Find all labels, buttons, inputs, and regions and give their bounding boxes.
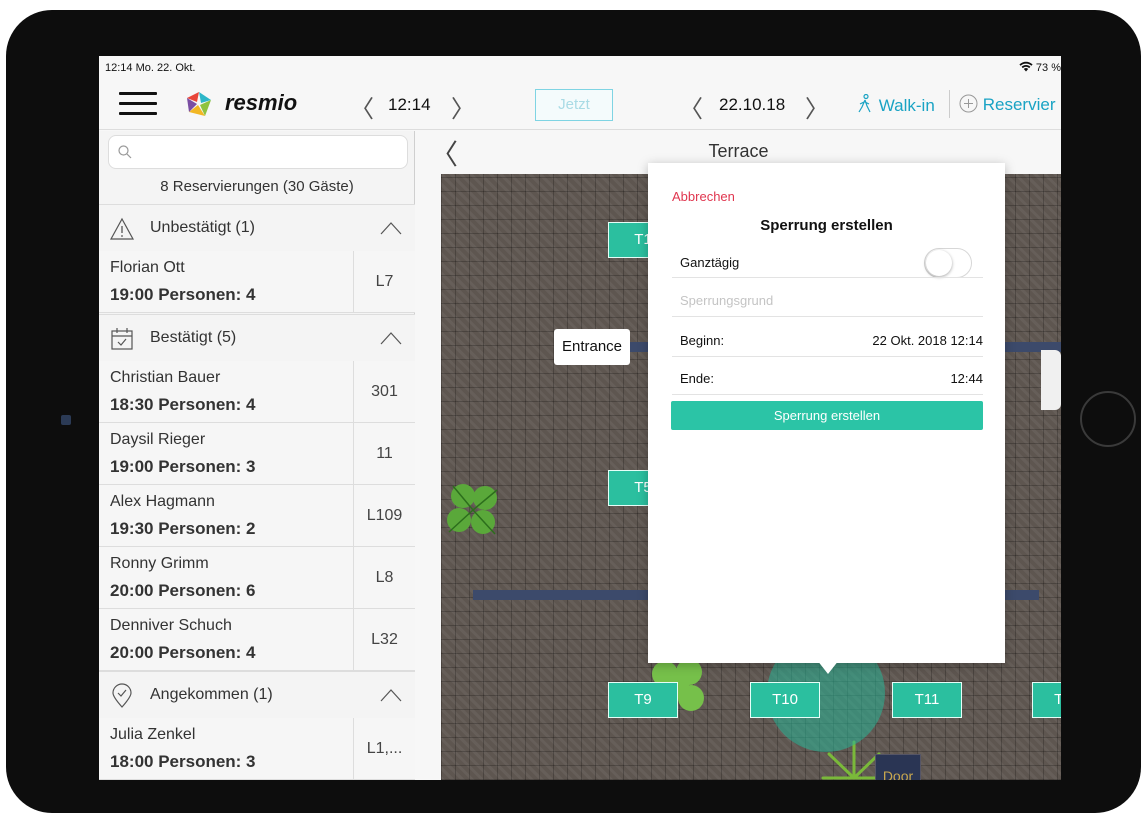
guest-name: Alex Hagmann [110, 493, 215, 510]
reservation-detail: 18:00 Personen: 3 [110, 752, 256, 771]
divider [672, 277, 983, 278]
chevron-left-icon[interactable]: 〈 [350, 89, 374, 124]
reservation-row[interactable]: Julia Zenkel 18:00 Personen: 3 L1,... [99, 718, 415, 780]
table-t11[interactable]: T11 [892, 682, 962, 718]
end-time[interactable]: 12:44 [950, 371, 983, 386]
reservation-row[interactable]: Florian Ott 19:00 Personen: 4 L7 [99, 251, 415, 313]
block-popover: Abbrechen Sperrung erstellen Ganztägig S… [648, 163, 1005, 663]
create-block-button[interactable]: Sperrung erstellen [671, 401, 983, 430]
walk-in-button[interactable]: Walk-in [856, 93, 935, 116]
brand-name: resmio [225, 90, 298, 115]
divider [672, 316, 983, 317]
begin-label: Beginn: [680, 333, 725, 348]
guest-name: Christian Bauer [110, 369, 221, 386]
reservation-detail: 19:30 Personen: 2 [110, 519, 256, 538]
calendar-check-icon [111, 328, 133, 350]
reservation-row[interactable]: Daysil Rieger 19:00 Personen: 3 11 [99, 423, 415, 485]
table-number: L7 [353, 251, 415, 312]
guest-name: Ronny Grimm [110, 555, 209, 572]
reservation-detail: 20:00 Personen: 6 [110, 581, 256, 600]
reservation-detail: 20:00 Personen: 4 [110, 643, 256, 662]
table-t9[interactable]: T9 [608, 682, 678, 718]
now-button[interactable]: Jetzt [535, 89, 613, 121]
table-t10[interactable]: T10 [750, 682, 820, 718]
new-reservation-label: Reservier [982, 95, 1056, 114]
divider [949, 90, 950, 118]
plant-icon [447, 484, 498, 535]
popover-arrow [817, 660, 839, 674]
reservation-detail: 18:30 Personen: 4 [110, 395, 256, 414]
battery-indicator: 73 % [1019, 61, 1061, 74]
walk-in-icon [858, 93, 871, 113]
warning-icon [109, 217, 135, 240]
entrance-label: Entrance [554, 329, 630, 365]
sidepanel-edge [1041, 350, 1061, 410]
chevron-up-icon [380, 332, 402, 345]
chevron-right-icon[interactable]: 〉 [451, 89, 475, 124]
table-number: L8 [353, 547, 415, 608]
camera [61, 415, 71, 425]
top-nav-bar: resmio 〈 12:14 〉 Jetzt 〈 22.10.18 〉 Walk… [99, 78, 1061, 130]
divider [672, 356, 983, 357]
begin-datetime[interactable]: 22 Okt. 2018 12:14 [872, 333, 983, 348]
chevron-right-icon[interactable]: 〉 [805, 89, 829, 124]
section-title: Bestätigt (5) [150, 329, 237, 346]
guest-name: Daysil Rieger [110, 431, 206, 448]
block-reason-input[interactable]: Sperrungsgrund [680, 293, 773, 308]
search-icon [118, 145, 132, 159]
chevron-up-icon [380, 689, 402, 702]
battery-percent: 73 % [1035, 62, 1061, 74]
section-arrived[interactable]: Angekommen (1) [99, 671, 415, 719]
chevron-left-icon[interactable]: 〈 [679, 89, 703, 124]
search-input[interactable] [108, 135, 408, 169]
reservation-summary: 8 Reservierungen (30 Gäste) [160, 178, 354, 195]
table-number: L1,... [353, 718, 415, 779]
guest-name: Julia Zenkel [110, 726, 196, 743]
reservation-row[interactable]: Denniver Schuch 20:00 Personen: 4 L32 [99, 609, 415, 671]
status-bar: 12:14 Mo. 22. Okt. 73 % [99, 56, 1061, 78]
status-time: 12:14 Mo. 22. Okt. [105, 62, 196, 74]
all-day-label: Ganztägig [680, 255, 740, 270]
section-confirmed[interactable]: Bestätigt (5) [99, 314, 415, 362]
reservation-detail: 19:00 Personen: 4 [110, 285, 256, 304]
cancel-button[interactable]: Abbrechen [672, 189, 735, 204]
chevron-up-icon [380, 222, 402, 235]
table-t12[interactable]: T12 [1032, 682, 1061, 718]
home-button[interactable] [1080, 391, 1136, 447]
table-number: L109 [353, 485, 415, 546]
table-number: L32 [353, 609, 415, 670]
reservation-row[interactable]: Christian Bauer 18:30 Personen: 4 301 [99, 361, 415, 423]
date-selector[interactable]: 22.10.18 [719, 95, 785, 115]
door-label: Door [875, 754, 921, 780]
divider [672, 394, 983, 395]
floor-title: Terrace [708, 141, 769, 161]
reservation-detail: 19:00 Personen: 3 [110, 457, 256, 476]
wifi-icon [1019, 61, 1033, 72]
menu-icon[interactable] [119, 92, 157, 116]
end-label: Ende: [680, 371, 714, 386]
walk-in-label: Walk-in [878, 96, 935, 115]
section-title: Unbestätigt (1) [150, 219, 255, 236]
popover-title: Sperrung erstellen [760, 217, 893, 234]
resmio-logo [187, 92, 211, 116]
time-selector[interactable]: 12:14 [388, 95, 431, 115]
guest-name: Denniver Schuch [110, 617, 232, 634]
reservation-row[interactable]: Ronny Grimm 20:00 Personen: 6 L8 [99, 547, 415, 609]
new-reservation-button[interactable]: Reservier [959, 94, 1055, 115]
reservation-sidebar: 8 Reservierungen (30 Gäste) Unbestätigt … [99, 131, 415, 780]
wall [1001, 590, 1039, 600]
table-number: 11 [353, 423, 415, 484]
location-check-icon [112, 683, 132, 708]
reservation-row[interactable]: Alex Hagmann 19:30 Personen: 2 L109 [99, 485, 415, 547]
table-number: 301 [353, 361, 415, 422]
plus-circle-icon [959, 94, 978, 113]
guest-name: Florian Ott [110, 259, 185, 276]
section-unconfirmed[interactable]: Unbestätigt (1) [99, 204, 415, 252]
all-day-toggle[interactable] [924, 248, 972, 278]
section-title: Angekommen (1) [150, 686, 273, 703]
app-screen: 12:14 Mo. 22. Okt. 73 % resmio 〈 12:14 〉… [99, 56, 1061, 780]
